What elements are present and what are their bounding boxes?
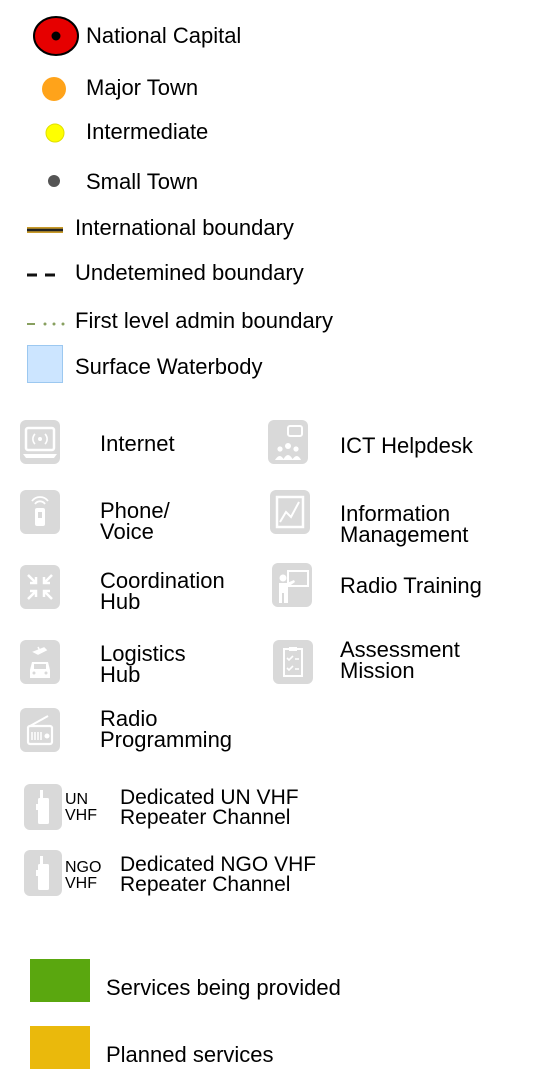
- services-provided-swatch: [30, 959, 90, 1002]
- assessment-mission-icon: [273, 640, 313, 684]
- ngo-vhf-tag: NGO VHF: [65, 859, 102, 892]
- internet-label: Internet: [100, 431, 175, 456]
- phone-voice-icon: [20, 490, 60, 534]
- planned-services-label: Planned services: [106, 1042, 274, 1067]
- services-provided-label: Services being provided: [106, 975, 341, 1000]
- international-boundary-label: International boundary: [75, 215, 294, 240]
- radio-programming-icon: [20, 708, 60, 752]
- un-vhf-repeater-label: Dedicated UN VHF Repeater Channel: [120, 786, 299, 829]
- intermediate-label: Intermediate: [86, 119, 209, 144]
- first-level-admin-boundary-symbol: [27, 316, 67, 326]
- internet-icon: [20, 420, 60, 464]
- surface-waterbody-swatch: [27, 345, 63, 383]
- ict-helpdesk-label: ICT Helpdesk: [340, 433, 473, 458]
- information-management-icon: [270, 490, 310, 534]
- radio-handset-icon: [24, 784, 62, 830]
- national-capital-label: National Capital: [86, 23, 242, 48]
- logistics-hub-icon: [20, 640, 60, 684]
- national-capital-symbol: [32, 15, 80, 57]
- undetermined-boundary-symbol: [27, 267, 63, 277]
- phone-voice-label: Phone/ Voice: [100, 498, 170, 544]
- small-town-label: Small Town: [86, 169, 199, 194]
- surface-waterbody-label: Surface Waterbody: [75, 354, 263, 379]
- information-management-label: Information Management: [340, 501, 469, 547]
- small-town-symbol: [47, 174, 61, 188]
- radio-handset-icon: [24, 850, 62, 896]
- coordination-hub-label: Coordination Hub: [100, 568, 225, 614]
- coordination-hub-icon: [20, 565, 60, 609]
- planned-services-swatch: [30, 1026, 90, 1069]
- assessment-mission-label: Assessment Mission: [340, 637, 460, 683]
- undetermined-boundary-label: Undetemined boundary: [75, 260, 304, 285]
- radio-training-icon: [272, 563, 312, 607]
- radio-programming-label: Radio Programming: [100, 706, 233, 752]
- ngo-vhf-repeater-label: Dedicated NGO VHF Repeater Channel: [120, 853, 317, 896]
- logistics-hub-label: Logistics Hub: [100, 641, 186, 687]
- first-level-admin-boundary-label: First level admin boundary: [75, 308, 334, 333]
- international-boundary-symbol: [27, 223, 63, 235]
- major-town-label: Major Town: [86, 75, 199, 100]
- radio-training-label: Radio Training: [340, 573, 482, 598]
- major-town-symbol: [40, 75, 68, 103]
- intermediate-symbol: [44, 122, 66, 144]
- ict-helpdesk-icon: [268, 420, 308, 464]
- un-vhf-tag: UN VHF: [65, 791, 97, 824]
